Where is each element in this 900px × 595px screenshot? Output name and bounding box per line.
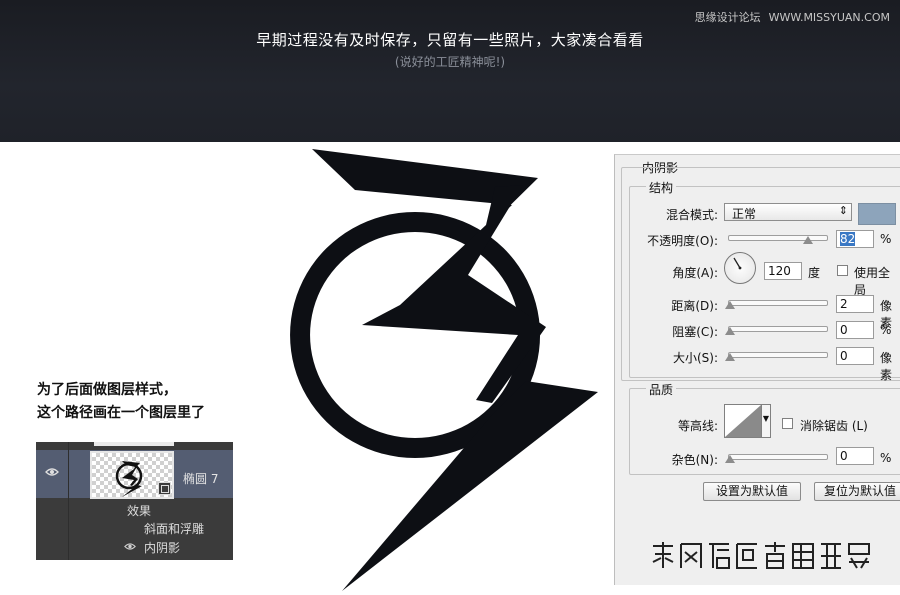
choke-slider-knob[interactable] <box>725 327 735 335</box>
angle-needle-icon <box>733 257 742 270</box>
distance-label: 距离(D): <box>671 299 718 313</box>
global-light-label: 使用全局 <box>854 266 891 297</box>
choke-label: 阻塞(C): <box>672 325 718 339</box>
note-line-1: 为了后面做图层样式， <box>37 382 177 398</box>
banner-subtitle: (说好的工匠精神呢!) <box>394 55 506 69</box>
eye-icon[interactable] <box>45 467 59 477</box>
global-light-checkbox[interactable] <box>837 265 848 276</box>
contour-curve-icon <box>725 405 761 437</box>
noise-slider[interactable] <box>728 454 828 460</box>
banner-title: 早期过程没有及时保存，只留有一些照片，大家凑合看看 <box>256 31 644 49</box>
blend-mode-label: 混合模式: <box>665 208 718 222</box>
watermark-url: WWW.MISSYUAN.COM <box>768 11 890 24</box>
choke-unit: % <box>880 323 892 337</box>
previous-layer-thumb <box>94 442 174 446</box>
layers-panel: 椭圆 7 效果 斜面和浮雕 内阴影 <box>36 442 233 560</box>
blend-mode-value: 正常 <box>732 207 757 221</box>
contour-label: 等高线: <box>677 419 718 433</box>
effects-label[interactable]: 效果 <box>127 502 151 519</box>
header-banner: 思缘设计论坛 WWW.MISSYUAN.COM 早期过程没有及时保存，只留有一些照… <box>0 0 900 142</box>
distance-slider-knob[interactable] <box>725 301 735 309</box>
antialias-checkbox[interactable] <box>782 418 793 429</box>
size-slider-knob[interactable] <box>725 353 735 361</box>
noise-input[interactable]: 0 <box>836 447 874 465</box>
annotation-note: 为了后面做图层样式， 这个路径画在一个图层里了 <box>37 379 205 425</box>
antialias-label: 消除锯齿 (L) <box>800 419 868 433</box>
logo-tail <box>342 381 598 591</box>
opacity-slider-knob[interactable] <box>803 236 813 244</box>
size-slider[interactable] <box>728 352 828 358</box>
contour-preview[interactable] <box>724 404 762 438</box>
noise-label: 杂色(N): <box>671 453 718 467</box>
quality-legend: 品质 <box>646 381 677 398</box>
logo-artwork <box>290 149 598 591</box>
visibility-column <box>36 442 69 560</box>
size-unit: 像素 <box>880 351 893 382</box>
contour-dropdown-arrow-icon[interactable]: ▼ <box>762 404 771 438</box>
angle-dial[interactable] <box>724 252 756 284</box>
angle-unit: 度 <box>808 266 821 280</box>
noise-slider-knob[interactable] <box>725 455 735 463</box>
distance-input[interactable]: 2 <box>836 295 874 313</box>
vector-mask-icon <box>158 482 171 495</box>
artist-signature-mark <box>652 542 870 569</box>
make-default-button[interactable]: 设置为默认值 <box>703 482 801 501</box>
angle-input[interactable]: 120 <box>764 262 802 280</box>
effect-eye-icon[interactable] <box>124 542 136 551</box>
select-arrows-icon: ⇕ <box>838 204 848 217</box>
opacity-slider[interactable] <box>728 235 828 241</box>
size-label: 大小(S): <box>672 351 718 365</box>
reset-default-button[interactable]: 复位为默认值 <box>814 482 900 501</box>
noise-unit: % <box>880 451 892 465</box>
inner-shadow-dialog: 内阴影 结构 混合模式: 正常 ⇕ 不透明度(O): 82 % 角度(A): 1… <box>614 154 900 585</box>
blend-mode-select[interactable]: 正常 ⇕ <box>724 203 852 221</box>
shadow-color-swatch[interactable] <box>858 203 896 225</box>
effect-bevel-emboss[interactable]: 斜面和浮雕 <box>144 520 204 537</box>
note-line-2: 这个路径画在一个图层里了 <box>37 405 205 421</box>
structure-legend: 结构 <box>646 179 677 196</box>
choke-input[interactable]: 0 <box>836 321 874 339</box>
effect-inner-shadow[interactable]: 内阴影 <box>144 539 180 556</box>
opacity-unit: % <box>880 232 892 246</box>
size-input[interactable]: 0 <box>836 347 874 365</box>
choke-slider[interactable] <box>728 326 828 332</box>
opacity-input[interactable]: 82 <box>836 230 874 248</box>
angle-label: 角度(A): <box>672 266 718 280</box>
watermark: 思缘设计论坛 WWW.MISSYUAN.COM <box>695 9 890 25</box>
opacity-label: 不透明度(O): <box>647 234 718 248</box>
distance-slider[interactable] <box>728 300 828 306</box>
layer-name[interactable]: 椭圆 7 <box>183 470 218 487</box>
watermark-site: 思缘设计论坛 <box>694 11 761 24</box>
